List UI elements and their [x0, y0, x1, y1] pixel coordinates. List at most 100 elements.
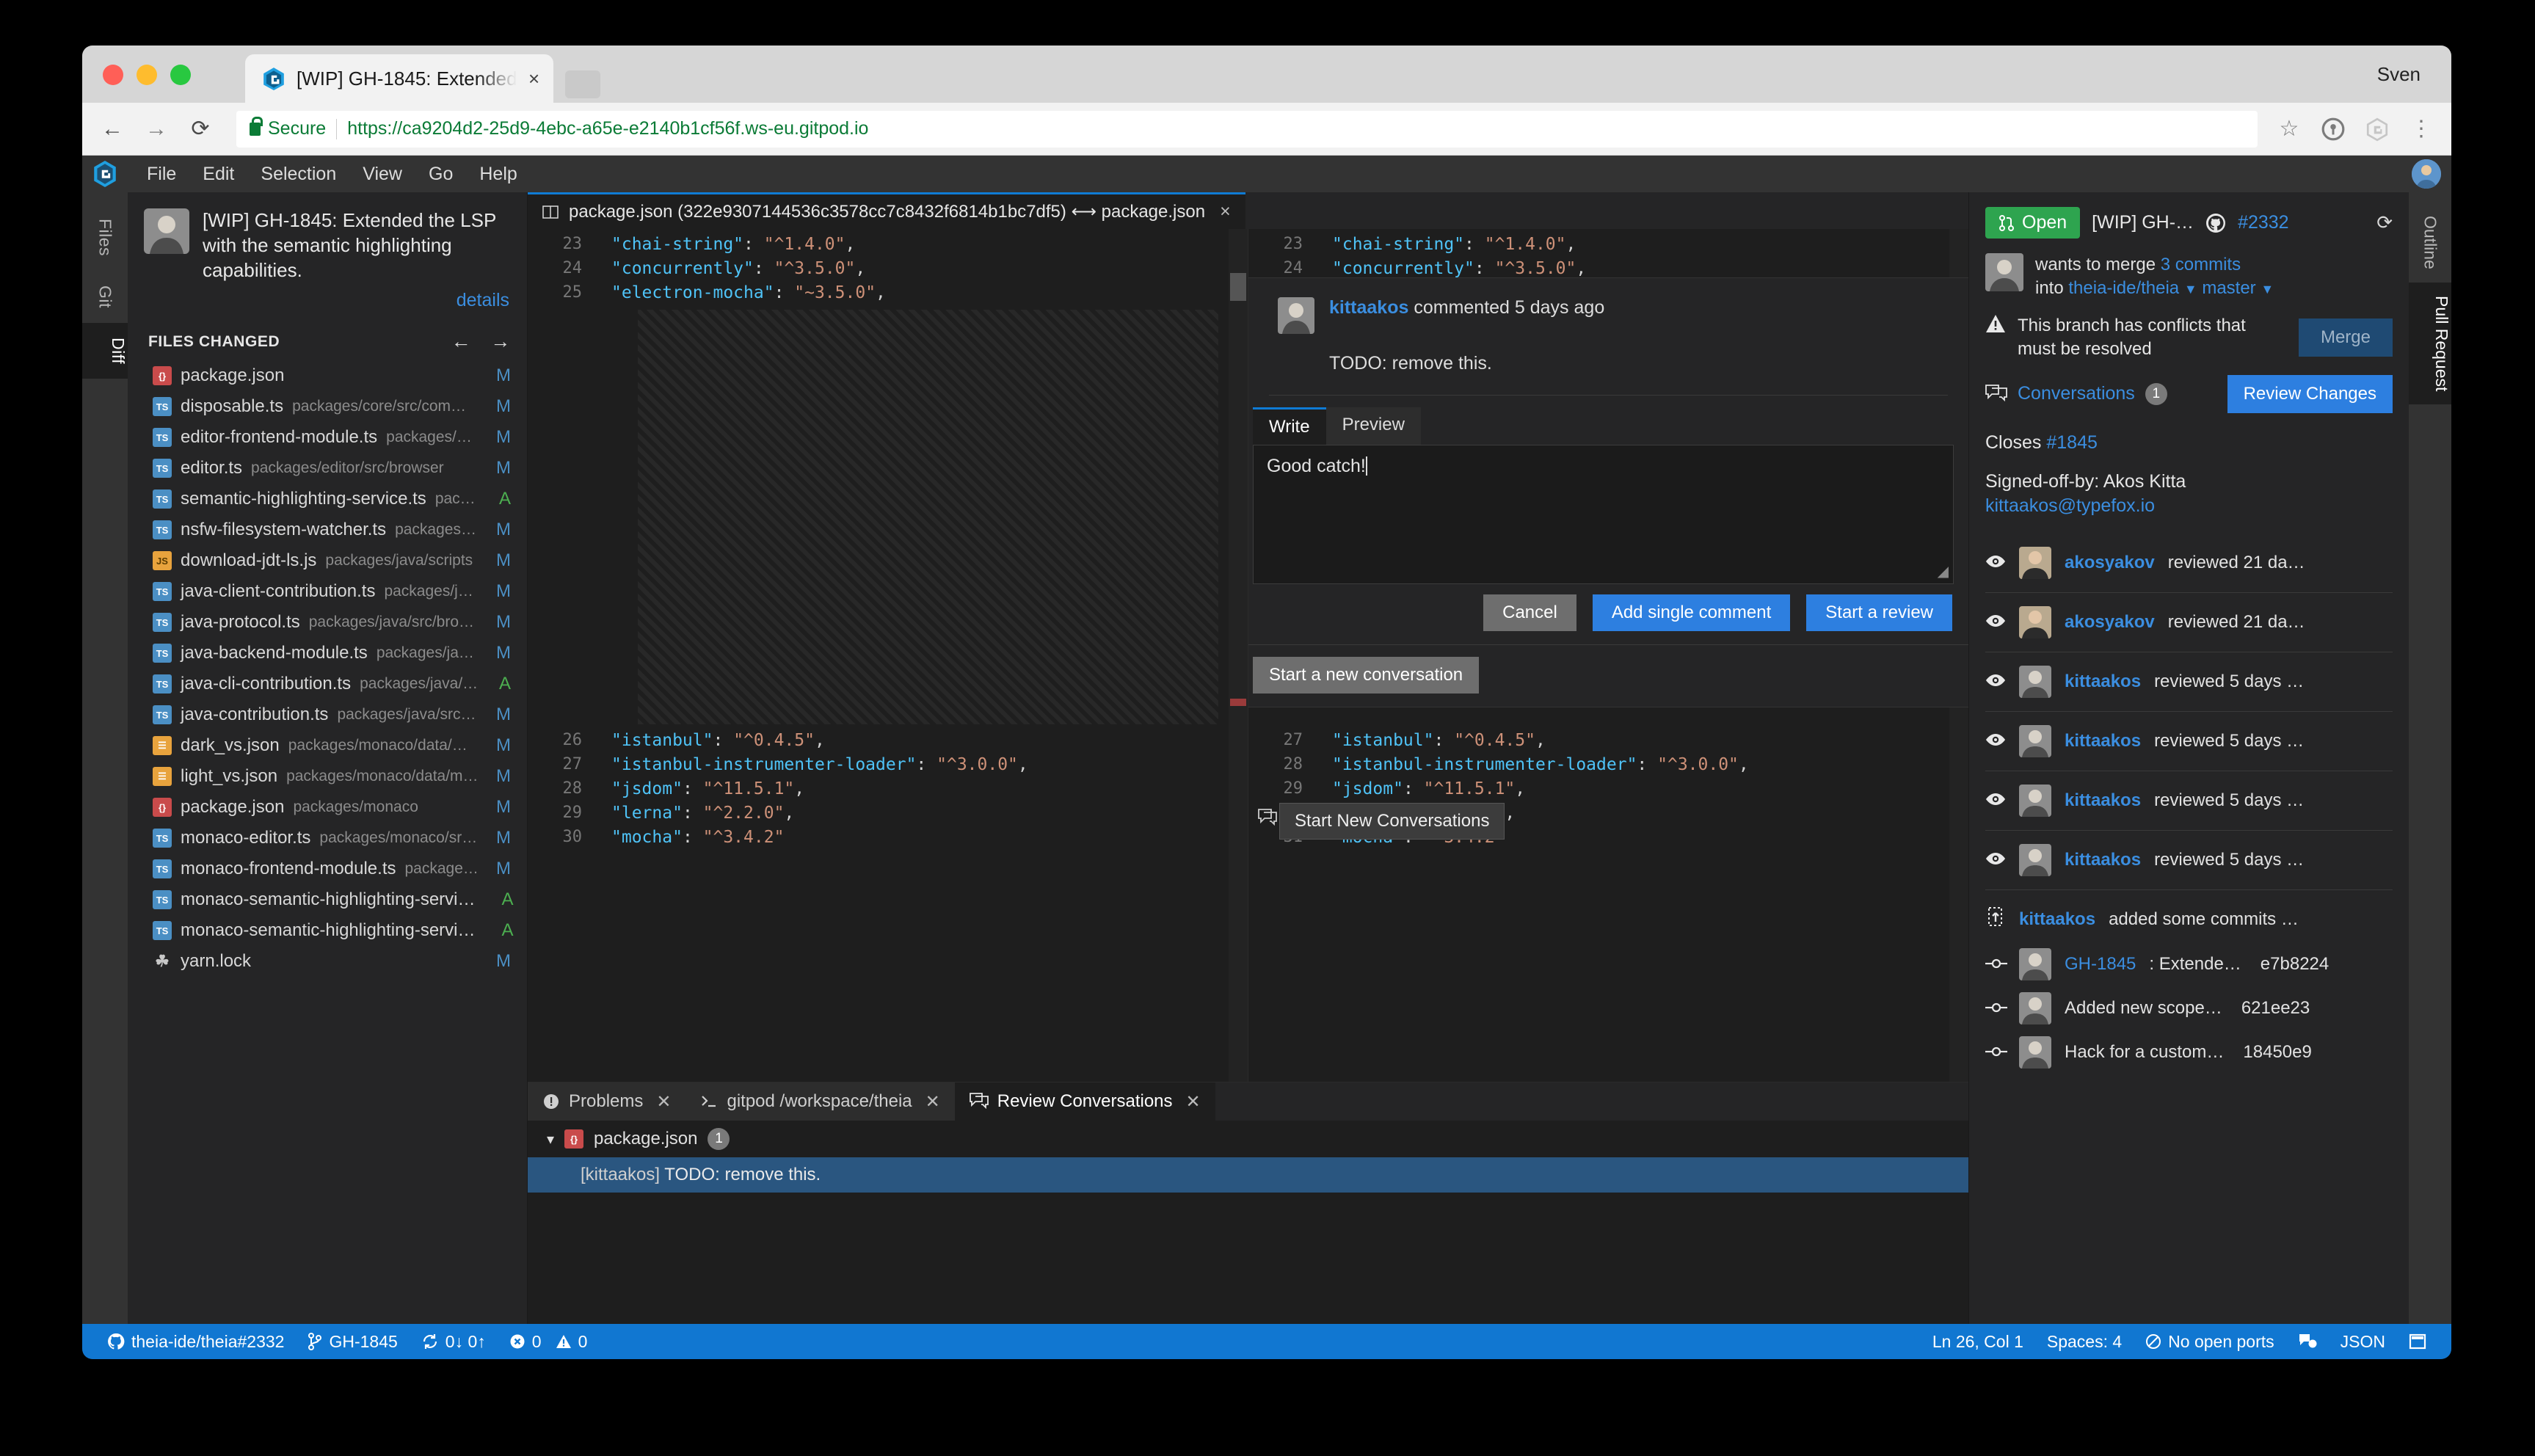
tab-preview[interactable]: Preview	[1325, 407, 1421, 445]
commit-row[interactable]: Added new scope… 621ee23	[1985, 986, 2393, 1030]
base-branch-link[interactable]: master	[2202, 278, 2255, 298]
signed-off-email-link[interactable]: kittaakos@typefox.io	[1985, 494, 2393, 519]
merge-button[interactable]: Merge	[2298, 318, 2393, 357]
event-author[interactable]: kittaakos	[2065, 790, 2141, 811]
status-language[interactable]: JSON	[2329, 1332, 2397, 1352]
back-icon[interactable]: ←	[100, 117, 125, 142]
chevron-down-icon[interactable]: ▼	[2184, 282, 2197, 296]
event-author[interactable]: kittaakos	[2065, 671, 2141, 692]
timeline-event-row[interactable]: kittaakos reviewed 5 days …	[1985, 831, 2393, 891]
file-changed-row[interactable]: ☰ dark_vs.json packages/monaco/data/m… M	[128, 730, 527, 761]
status-layout-toggle[interactable]	[2397, 1333, 2438, 1350]
file-changed-row[interactable]: TS nsfw-filesystem-watcher.ts packages… M	[128, 514, 527, 545]
comment-author[interactable]: kittaakos	[1329, 297, 1408, 318]
forward-icon[interactable]: →	[144, 117, 169, 142]
browser-tab[interactable]: [WIP] GH-1845: Extended the ×	[245, 54, 553, 103]
start-new-conversation-button[interactable]: Start a new conversation	[1253, 657, 1480, 694]
refresh-icon[interactable]: ⟳	[2376, 211, 2393, 234]
status-feedback[interactable]	[2286, 1333, 2329, 1350]
chevron-down-icon[interactable]: ▼	[2261, 282, 2274, 296]
close-icon[interactable]: ✕	[656, 1091, 671, 1113]
file-changed-row[interactable]: JS download-jdt-ls.js packages/java/script…	[128, 545, 527, 576]
timeline-event-row[interactable]: kittaakos reviewed 5 days …	[1985, 652, 2393, 713]
activity-item-git[interactable]: Git	[95, 271, 115, 323]
event-author[interactable]: kittaakos	[2065, 731, 2141, 751]
start-review-button[interactable]: Start a review	[1806, 594, 1952, 631]
tab-review-conversations[interactable]: Review Conversations ✕	[954, 1082, 1215, 1121]
file-changed-row[interactable]: {} package.json packages/monaco M	[128, 792, 527, 823]
close-icon[interactable]: ✕	[1186, 1091, 1201, 1113]
file-changed-row[interactable]: TS monaco-editor.ts packages/monaco/sr… M	[128, 823, 527, 853]
diff-pane-modified[interactable]: 23 "chai-string": "^1.4.0", 24 "concurrentl…	[1248, 229, 1968, 1082]
activity-item-diff[interactable]: Diff	[82, 322, 128, 379]
event-author[interactable]: akosyakov	[2065, 612, 2155, 633]
event-author[interactable]: akosyakov	[2065, 553, 2155, 573]
tab-terminal[interactable]: gitpod /workspace/theia ✕	[685, 1082, 955, 1121]
menu-edit[interactable]: Edit	[189, 156, 247, 192]
file-changed-row[interactable]: ☰ light_vs.json packages/monaco/data/m… M	[128, 761, 527, 792]
commits-author[interactable]: kittaakos	[2019, 909, 2095, 930]
activity-item-files[interactable]: Files	[95, 204, 115, 271]
password-manager-icon[interactable]	[2321, 117, 2346, 142]
file-changed-row[interactable]: TS java-contribution.ts packages/java/src/…	[128, 699, 527, 730]
details-link[interactable]: details	[457, 290, 509, 310]
browser-menu-icon[interactable]: ⋮	[2409, 116, 2434, 142]
timeline-event-row[interactable]: akosyakov reviewed 21 da…	[1985, 534, 2393, 594]
file-changed-row[interactable]: TS java-protocol.ts packages/java/src/bro……	[128, 607, 527, 638]
timeline-event-row[interactable]: kittaakos reviewed 5 days …	[1985, 712, 2393, 772]
tab-problems[interactable]: Problems ✕	[528, 1082, 686, 1121]
file-changed-row[interactable]: {} package.json M	[128, 360, 527, 391]
base-repo-link[interactable]: theia-ide/theia	[2068, 278, 2179, 298]
editor-scrollbar-left[interactable]	[1229, 229, 1248, 1082]
browser-profile-label[interactable]: Sven	[2377, 63, 2421, 86]
closes-issue-link[interactable]: #1845	[2046, 432, 2098, 453]
commit-link[interactable]: GH-1845	[2065, 954, 2136, 975]
editor-tab-close-icon[interactable]: ×	[1220, 201, 1231, 222]
menu-help[interactable]: Help	[466, 156, 530, 192]
timeline-event-row[interactable]: akosyakov reviewed 21 da…	[1985, 593, 2393, 653]
file-changed-row[interactable]: TS editor-frontend-module.ts packages/e… M	[128, 422, 527, 453]
event-author[interactable]: kittaakos	[2065, 850, 2141, 870]
comment-input[interactable]: Good catch! ◢	[1253, 445, 1954, 584]
review-conversation-group[interactable]: ▾ {} package.json 1	[528, 1121, 1968, 1157]
minimize-window-button[interactable]	[137, 65, 157, 85]
close-icon[interactable]: ✕	[925, 1091, 940, 1113]
cancel-button[interactable]: Cancel	[1483, 594, 1576, 631]
right-tab-outline[interactable]: Outline	[2421, 203, 2440, 283]
status-repo[interactable]: theia-ide/theia#2332	[95, 1332, 296, 1352]
commit-row[interactable]: GH-1845: Extende… e7b8224	[1985, 942, 2393, 986]
status-ports[interactable]: No open ports	[2134, 1332, 2285, 1352]
file-changed-row[interactable]: TS monaco-semantic-highlighting-servi… A	[128, 915, 527, 946]
tab-write[interactable]: Write	[1253, 407, 1326, 445]
add-single-comment-button[interactable]: Add single comment	[1592, 594, 1791, 631]
status-cursor-position[interactable]: Ln 26, Col 1	[1921, 1332, 2035, 1352]
file-changed-row[interactable]: TS java-cli-contribution.ts packages/java/…	[128, 669, 527, 699]
scrollbar-thumb[interactable]	[1230, 273, 1246, 301]
menu-go[interactable]: Go	[415, 156, 466, 192]
status-sync[interactable]: 0↓ 0↑	[410, 1332, 498, 1352]
menu-file[interactable]: File	[134, 156, 189, 192]
previous-file-icon[interactable]: ←	[451, 330, 472, 353]
diff-pane-original[interactable]: 23 "chai-string": "^1.4.0", 24 "concurrentl…	[528, 229, 1248, 1082]
maximize-window-button[interactable]	[170, 65, 191, 85]
file-changed-row[interactable]: TS monaco-semantic-highlighting-servi… A	[128, 884, 527, 915]
timeline-event-row[interactable]: kittaakos reviewed 5 days …	[1985, 771, 2393, 831]
file-changed-row[interactable]: ☘ yarn.lock M	[128, 946, 527, 977]
pr-number[interactable]: #2332	[2238, 212, 2289, 233]
menu-view[interactable]: View	[349, 156, 415, 192]
review-changes-button[interactable]: Review Changes	[2227, 374, 2393, 413]
resize-grip-icon[interactable]: ◢	[1938, 562, 1949, 580]
file-changed-row[interactable]: TS java-client-contribution.ts packages/j……	[128, 576, 527, 607]
tab-close-icon[interactable]: ×	[528, 68, 539, 90]
file-changed-row[interactable]: TS editor.ts packages/editor/src/browser M	[128, 453, 527, 484]
right-tab-pull-request[interactable]: Pull Request	[2409, 282, 2451, 405]
review-conversation-item[interactable]: [kittaakos] TODO: remove this.	[528, 1157, 1968, 1193]
reload-icon[interactable]: ⟳	[188, 116, 213, 142]
commit-row[interactable]: Hack for a custom… 18450e9	[1985, 1030, 2393, 1074]
address-bar[interactable]: Secure https://ca9204d2-25d9-4ebc-a65e-e…	[236, 110, 2258, 148]
status-problems[interactable]: 0 0	[498, 1332, 600, 1352]
file-changed-row[interactable]: TS java-backend-module.ts packages/jav… M	[128, 638, 527, 669]
next-file-icon[interactable]: →	[490, 330, 511, 353]
chevron-down-icon[interactable]: ▾	[547, 1130, 554, 1149]
user-avatar[interactable]	[2412, 159, 2441, 189]
